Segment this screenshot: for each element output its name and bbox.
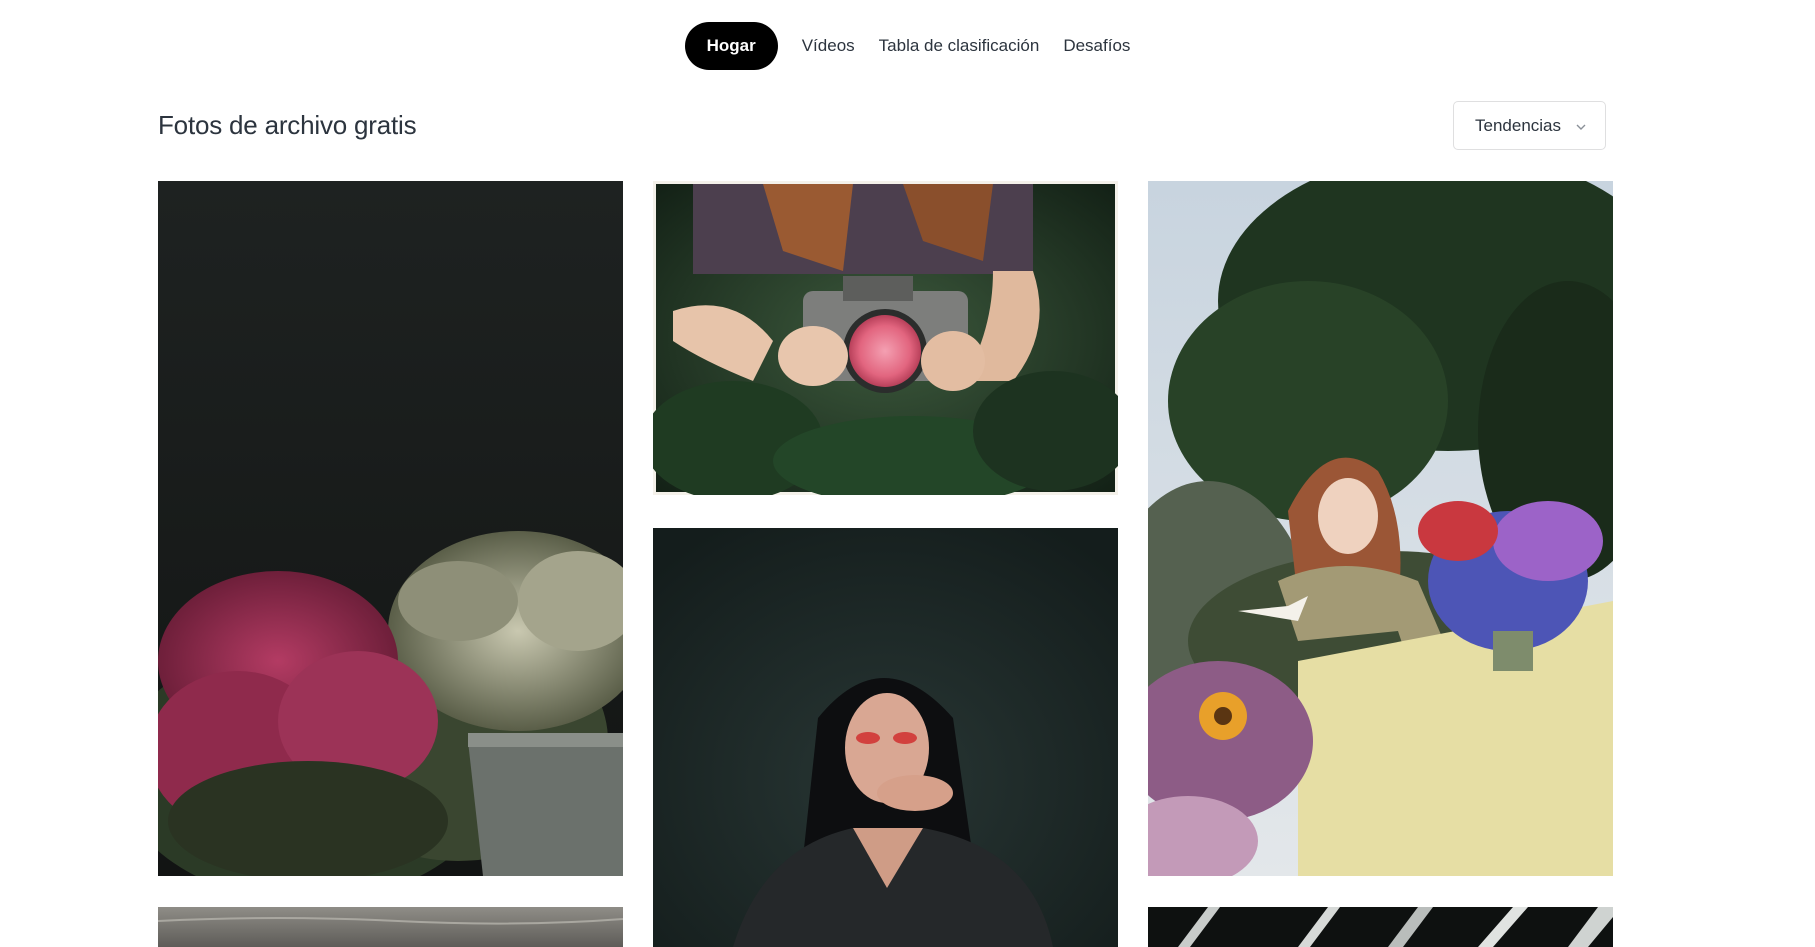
photo-card-portrait[interactable]: [653, 528, 1118, 947]
photo-card-woman-reading[interactable]: [1148, 181, 1613, 876]
photo-card-water[interactable]: [158, 907, 623, 947]
nav-item-videos[interactable]: Vídeos: [792, 22, 865, 70]
page-title: Fotos de archivo gratis: [158, 110, 417, 140]
nav-item-leaderboard[interactable]: Tabla de clasificación: [869, 22, 1050, 70]
photo-card-camera-rose[interactable]: [653, 181, 1118, 495]
nav-item-challenges[interactable]: Desafíos: [1053, 22, 1140, 70]
main-nav: Hogar Vídeos Tabla de clasificación Desa…: [0, 22, 1815, 70]
nav-items: Hogar Vídeos Tabla de clasificación Desa…: [684, 22, 1141, 70]
nav-item-hogar[interactable]: Hogar: [684, 22, 778, 70]
chevron-down-icon: [1575, 118, 1587, 130]
photo-card-architecture[interactable]: [1148, 907, 1613, 947]
sort-dropdown-label: Tendencias: [1475, 115, 1562, 135]
sort-dropdown[interactable]: Tendencias: [1453, 101, 1606, 150]
photo-card-flowers[interactable]: [158, 181, 623, 876]
